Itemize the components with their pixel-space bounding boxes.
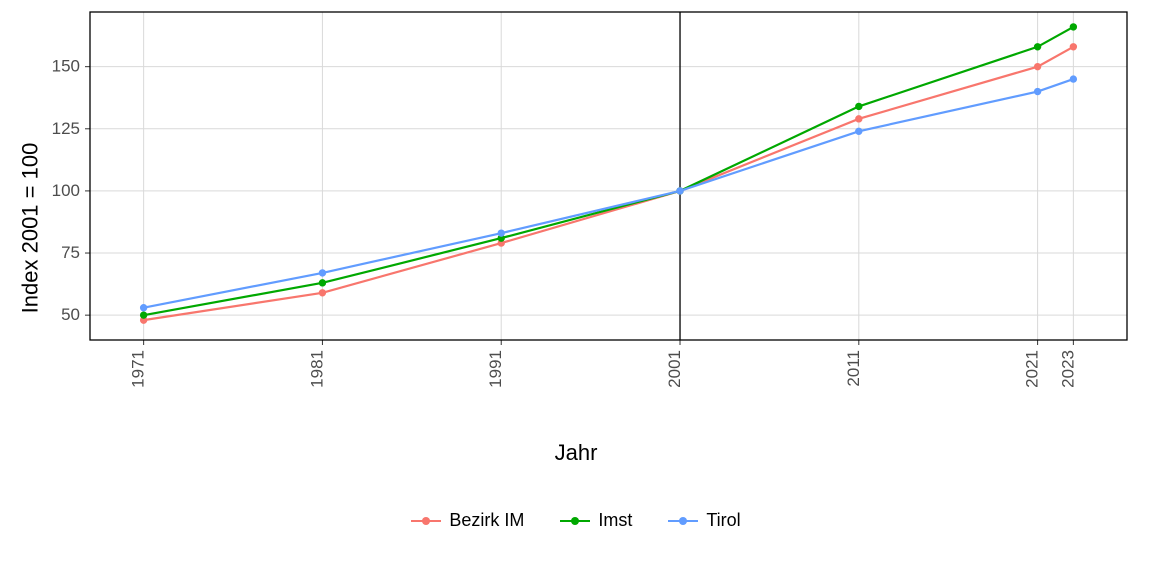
- x-tick-label: 1981: [307, 350, 326, 388]
- series-line: [144, 27, 1074, 315]
- x-tick-label: 2021: [1023, 350, 1042, 388]
- x-tick-label: 1971: [129, 350, 148, 388]
- panel-border: [90, 12, 1127, 340]
- legend-swatch-tirol: [668, 515, 698, 527]
- y-tick-label: 50: [61, 305, 80, 324]
- grid: [90, 12, 1127, 340]
- x-tick-label: 2001: [665, 350, 684, 388]
- series-point: [140, 304, 146, 310]
- legend-dot-icon: [679, 517, 687, 525]
- legend-item-imst: Imst: [560, 510, 632, 531]
- x-axis-title: Jahr: [0, 440, 1152, 466]
- series-line: [144, 79, 1074, 308]
- series-point: [677, 188, 683, 194]
- series-point: [498, 230, 504, 236]
- x-tick-label: 1991: [486, 350, 505, 388]
- legend-dot-icon: [571, 517, 579, 525]
- series-point: [140, 312, 146, 318]
- series-point: [1070, 24, 1076, 30]
- legend-item-bezirk-im: Bezirk IM: [411, 510, 524, 531]
- legend: Bezirk IM Imst Tirol: [0, 510, 1152, 531]
- legend-label: Imst: [598, 510, 632, 531]
- legend-item-tirol: Tirol: [668, 510, 740, 531]
- y-axis-title-text: Index 2001 = 100: [17, 143, 43, 314]
- series-point: [319, 290, 325, 296]
- series-point: [1034, 63, 1040, 69]
- legend-label: Bezirk IM: [449, 510, 524, 531]
- series-point: [856, 128, 862, 134]
- legend-swatch-bezirk-im: [411, 515, 441, 527]
- series-point: [1070, 76, 1076, 82]
- chart-container: Index 2001 = 100 50 75 100 125 150 1971 1981 19…: [0, 0, 1152, 576]
- y-tick-label: 75: [61, 243, 80, 262]
- series-point: [1034, 44, 1040, 50]
- legend-swatch-imst: [560, 515, 590, 527]
- series-point: [1034, 88, 1040, 94]
- y-tick-label: 150: [52, 57, 80, 76]
- y-tick-label: 100: [52, 181, 80, 200]
- legend-dot-icon: [422, 517, 430, 525]
- series-point: [856, 116, 862, 122]
- series-point: [319, 280, 325, 286]
- y-tick-label: 125: [52, 119, 80, 138]
- series-point: [856, 103, 862, 109]
- x-tick-label: 2023: [1058, 350, 1077, 388]
- legend-label: Tirol: [706, 510, 740, 531]
- y-axis-title: Index 2001 = 100: [10, 0, 50, 456]
- x-tick-label: 2011: [844, 350, 863, 387]
- series-point: [1070, 44, 1076, 50]
- series-line: [144, 47, 1074, 320]
- x-axis-title-text: Jahr: [555, 440, 598, 465]
- series-point: [319, 270, 325, 276]
- chart-plot: 50 75 100 125 150 1971 1981 1991 2001 2011 2021 202…: [0, 0, 1152, 400]
